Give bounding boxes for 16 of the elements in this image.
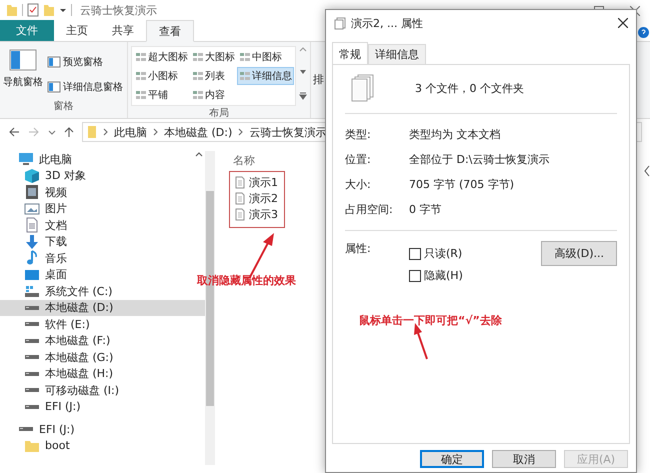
file-summary: 3 个文件，0 个文件夹 (415, 80, 524, 96)
annotation-text: 鼠标单击一下即可把“√”去除 (359, 313, 503, 328)
group-label: 布局 (208, 107, 230, 121)
dialog-title: 演示2, ... 属性 (351, 16, 424, 30)
attributes-label: 属性: (345, 241, 372, 257)
property-value: 705 字节 (705 字节) (409, 177, 516, 192)
property-label: 类型: (345, 127, 372, 142)
annotation-text: 取消隐藏属性的效果 (197, 273, 296, 288)
property-value: 0 字节 (409, 202, 442, 217)
group-label: 窗格 (52, 100, 74, 114)
property-label: 位置: (345, 152, 372, 167)
window-title: 云骑士恢复演示 (80, 2, 157, 18)
property-value: 类型均为 文本文档 (409, 127, 502, 142)
property-value: 全部位于 D:\云骑士恢复演示 (409, 152, 550, 167)
property-label: 大小: (345, 177, 372, 192)
property-label: 占用空间: (345, 202, 394, 217)
